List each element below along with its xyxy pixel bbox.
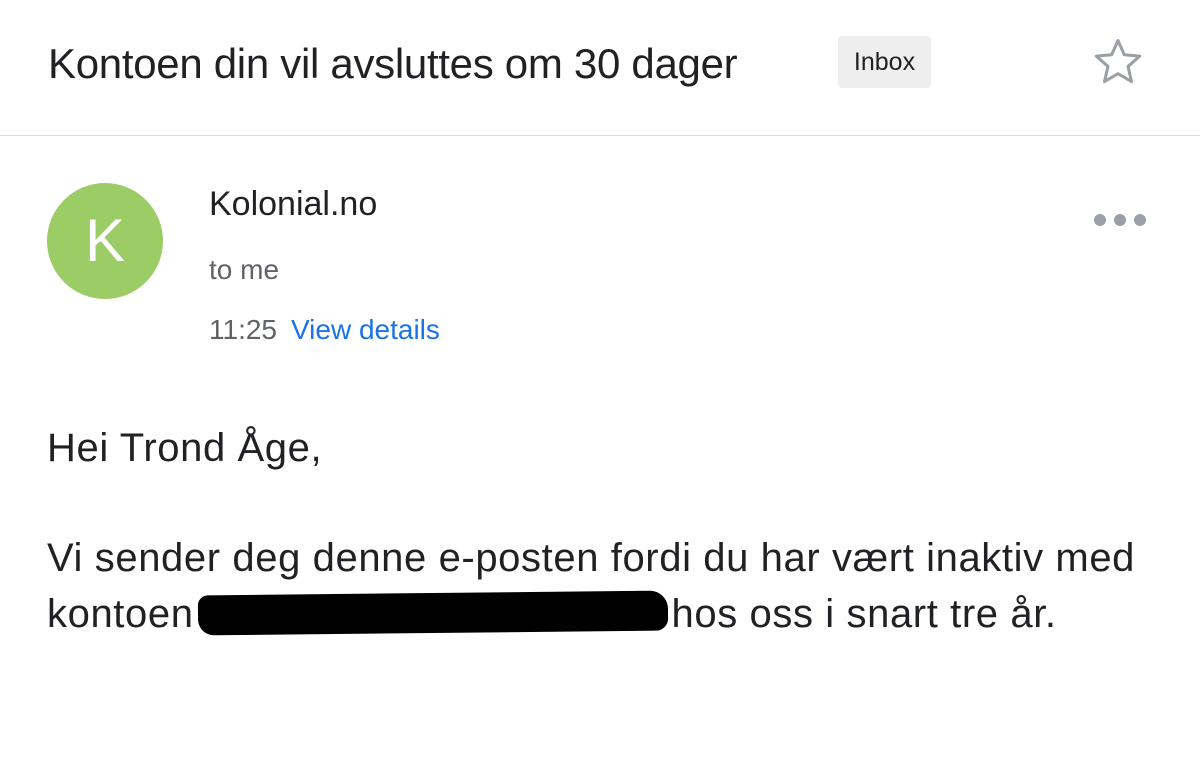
message-time: 11:25 — [209, 314, 277, 345]
redacted-email-address — [197, 590, 668, 636]
view-details-link[interactable]: View details — [291, 314, 440, 345]
more-dot — [1114, 214, 1126, 226]
more-options-icon[interactable] — [1094, 210, 1146, 230]
recipient-line: to me — [209, 254, 280, 285]
email-header: Kontoen din vil avsluttes om 30 dager In… — [0, 0, 1200, 136]
email-greeting: Hei Trond Åge, — [47, 426, 323, 470]
email-subject: Kontoen din vil avsluttes om 30 dager — [48, 40, 738, 87]
email-body: Hei Trond Åge, Vi sender deg denne e-pos… — [47, 420, 1157, 642]
more-dot — [1094, 214, 1106, 226]
email-paragraph: Vi sender deg denne e-posten fordi du ha… — [47, 530, 1157, 642]
inbox-label-badge[interactable]: Inbox — [838, 36, 931, 88]
star-icon[interactable] — [1090, 34, 1146, 90]
message-meta: 11:25 View details — [209, 310, 440, 350]
paragraph-text-after: hos oss i snart tre år. — [671, 592, 1057, 636]
sender-name: Kolonial.no — [209, 185, 378, 223]
sender-avatar: K — [47, 183, 163, 299]
more-dot — [1134, 214, 1146, 226]
